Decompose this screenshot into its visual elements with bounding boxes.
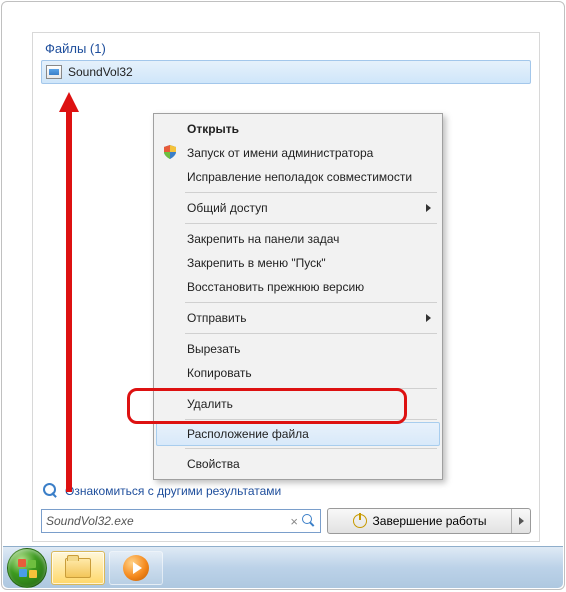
start-button[interactable] [7, 548, 47, 588]
windows-logo-icon [18, 559, 38, 579]
cm-separator [185, 192, 437, 193]
cm-open-label: Открыть [187, 122, 239, 136]
cm-separator [185, 388, 437, 389]
search-input[interactable] [46, 514, 288, 528]
cm-restore-label: Восстановить прежнюю версию [187, 280, 364, 294]
cm-run-as-admin[interactable]: Запуск от имени администратора [157, 141, 439, 165]
cm-separator [185, 302, 437, 303]
cm-cut[interactable]: Вырезать [157, 337, 439, 361]
start-menu-search-panel: Файлы (1) SoundVol32 Открыть Запуск от и… [32, 32, 540, 542]
cm-delete[interactable]: Удалить [157, 392, 439, 416]
cm-share-label: Общий доступ [187, 201, 268, 215]
cm-separator [185, 333, 437, 334]
shutdown-main[interactable]: Завершение работы [328, 509, 512, 533]
cm-file-location[interactable]: Расположение файла [156, 422, 440, 446]
power-icon [353, 514, 367, 528]
cm-open[interactable]: Открыть [157, 117, 439, 141]
app-file-icon [46, 65, 62, 79]
cm-properties-label: Свойства [187, 457, 240, 471]
cm-restore[interactable]: Восстановить прежнюю версию [157, 275, 439, 299]
search-icon [43, 483, 59, 499]
files-group-header: Файлы (1) [33, 33, 539, 60]
cm-send-to-label: Отправить [187, 311, 247, 325]
cm-send-to[interactable]: Отправить [157, 306, 439, 330]
cm-delete-label: Удалить [187, 397, 233, 411]
submenu-arrow-icon [426, 204, 431, 212]
cm-troubleshoot-label: Исправление неполадок совместимости [187, 170, 412, 184]
cm-pin-start-label: Закрепить в меню "Пуск" [187, 256, 326, 270]
taskbar-media-player-button[interactable] [109, 551, 163, 585]
chevron-right-icon [519, 517, 524, 525]
shutdown-button[interactable]: Завершение работы [327, 508, 531, 534]
cm-troubleshoot[interactable]: Исправление неполадок совместимости [157, 165, 439, 189]
cm-share[interactable]: Общий доступ [157, 196, 439, 220]
media-player-icon [123, 555, 149, 581]
search-box[interactable]: × [41, 509, 321, 533]
submenu-arrow-icon [426, 314, 431, 322]
cm-pin-start[interactable]: Закрепить в меню "Пуск" [157, 251, 439, 275]
cm-separator [185, 419, 437, 420]
shutdown-label: Завершение работы [373, 514, 487, 528]
cm-file-location-label: Расположение файла [187, 427, 309, 441]
taskbar-explorer-button[interactable] [51, 551, 105, 585]
clear-search-icon[interactable]: × [288, 514, 300, 529]
context-menu: Открыть Запуск от имени администратора И… [153, 113, 443, 480]
cm-separator [185, 223, 437, 224]
search-icon [302, 514, 316, 528]
cm-pin-taskbar-label: Закрепить на панели задач [187, 232, 339, 246]
shutdown-options-arrow[interactable] [512, 517, 530, 525]
folder-icon [65, 558, 91, 578]
taskbar [3, 546, 563, 588]
cm-separator [185, 448, 437, 449]
search-result-label: SoundVol32 [68, 65, 133, 79]
cm-cut-label: Вырезать [187, 342, 240, 356]
cm-properties[interactable]: Свойства [157, 452, 439, 476]
search-result-row[interactable]: SoundVol32 [41, 60, 531, 84]
more-results-label: Ознакомиться с другими результатами [65, 484, 281, 498]
cm-run-as-admin-label: Запуск от имени администратора [187, 146, 373, 160]
cm-copy[interactable]: Копировать [157, 361, 439, 385]
uac-shield-icon [162, 144, 178, 160]
more-results-link[interactable]: Ознакомиться с другими результатами [43, 483, 281, 499]
cm-copy-label: Копировать [187, 366, 252, 380]
cm-pin-taskbar[interactable]: Закрепить на панели задач [157, 227, 439, 251]
